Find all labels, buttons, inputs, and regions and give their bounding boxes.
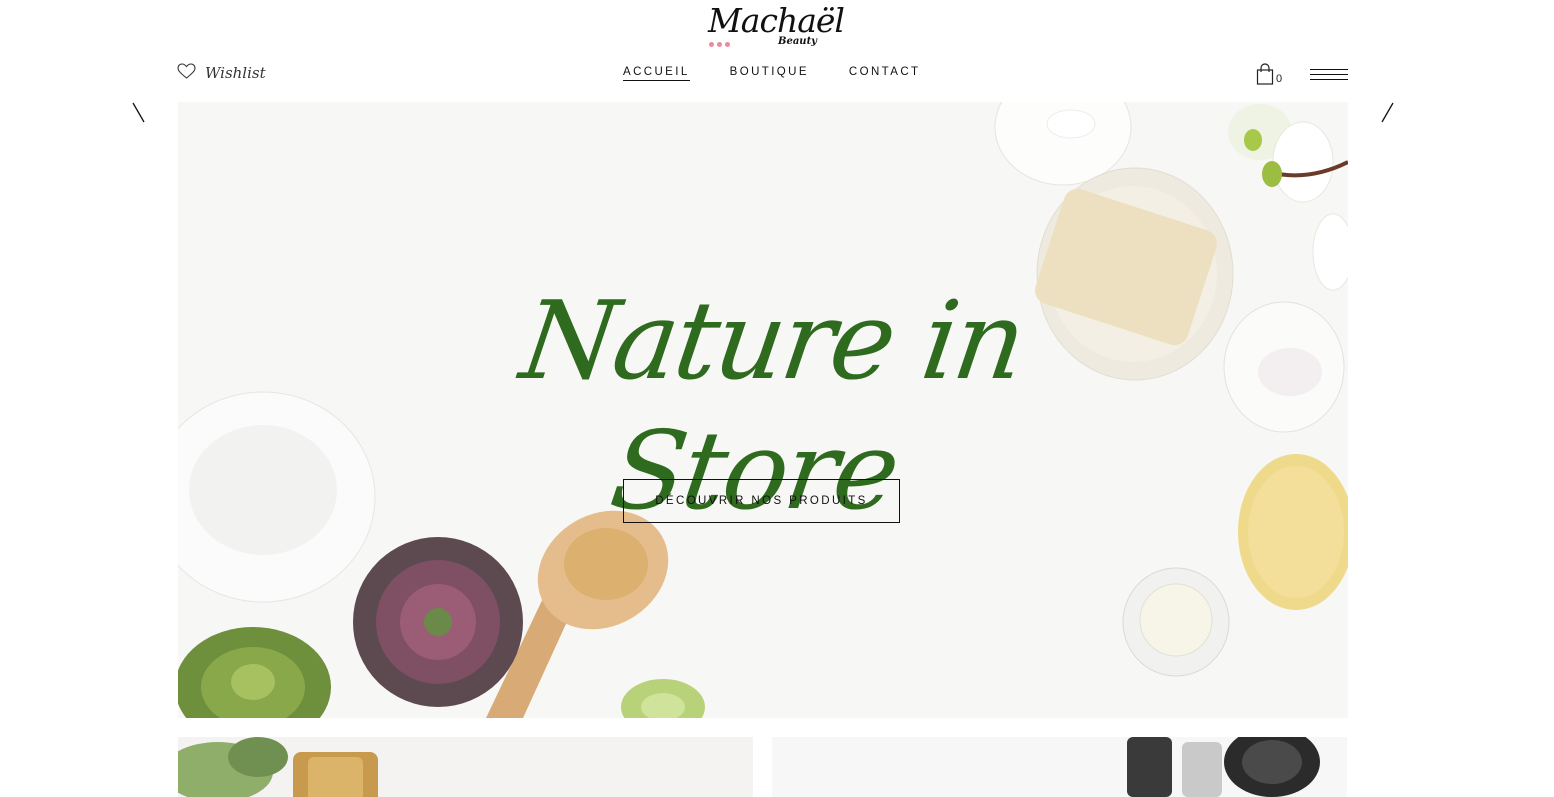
category-card-left[interactable] (178, 737, 753, 797)
brand-tagline: Beauty (778, 36, 817, 47)
hamburger-menu-icon[interactable] (1310, 69, 1348, 85)
shopping-bag-icon (1256, 63, 1274, 89)
logo-dots (709, 42, 730, 47)
discover-products-button[interactable]: DÉCOUVRIR NOS PRODUITS (623, 479, 900, 523)
nav-item-accueil[interactable]: ACCUEIL (623, 66, 690, 81)
arrow-left-icon[interactable] (131, 101, 147, 125)
cart-count: 0 (1276, 73, 1283, 85)
wishlist-label: Wishlist (205, 64, 266, 82)
arrow-right-icon[interactable] (1380, 101, 1396, 125)
brand-logo[interactable]: Machaël Beauty (703, 2, 845, 54)
nav-item-contact[interactable]: CONTACT (849, 66, 921, 81)
heart-icon (177, 62, 196, 84)
main-nav: ACCUEIL BOUTIQUE CONTACT (623, 66, 920, 81)
category-card-right-image (772, 737, 1347, 797)
brand-name: Machaël (708, 1, 845, 40)
nav-item-boutique[interactable]: BOUTIQUE (730, 66, 809, 81)
category-card-right[interactable] (772, 737, 1347, 797)
wishlist-link[interactable]: Wishlist (177, 62, 266, 84)
hero-slider: Nature in Store DÉCOUVRIR NOS PRODUITS (178, 102, 1348, 718)
cart-button[interactable]: 0 (1256, 63, 1286, 89)
category-card-left-image (178, 737, 753, 797)
